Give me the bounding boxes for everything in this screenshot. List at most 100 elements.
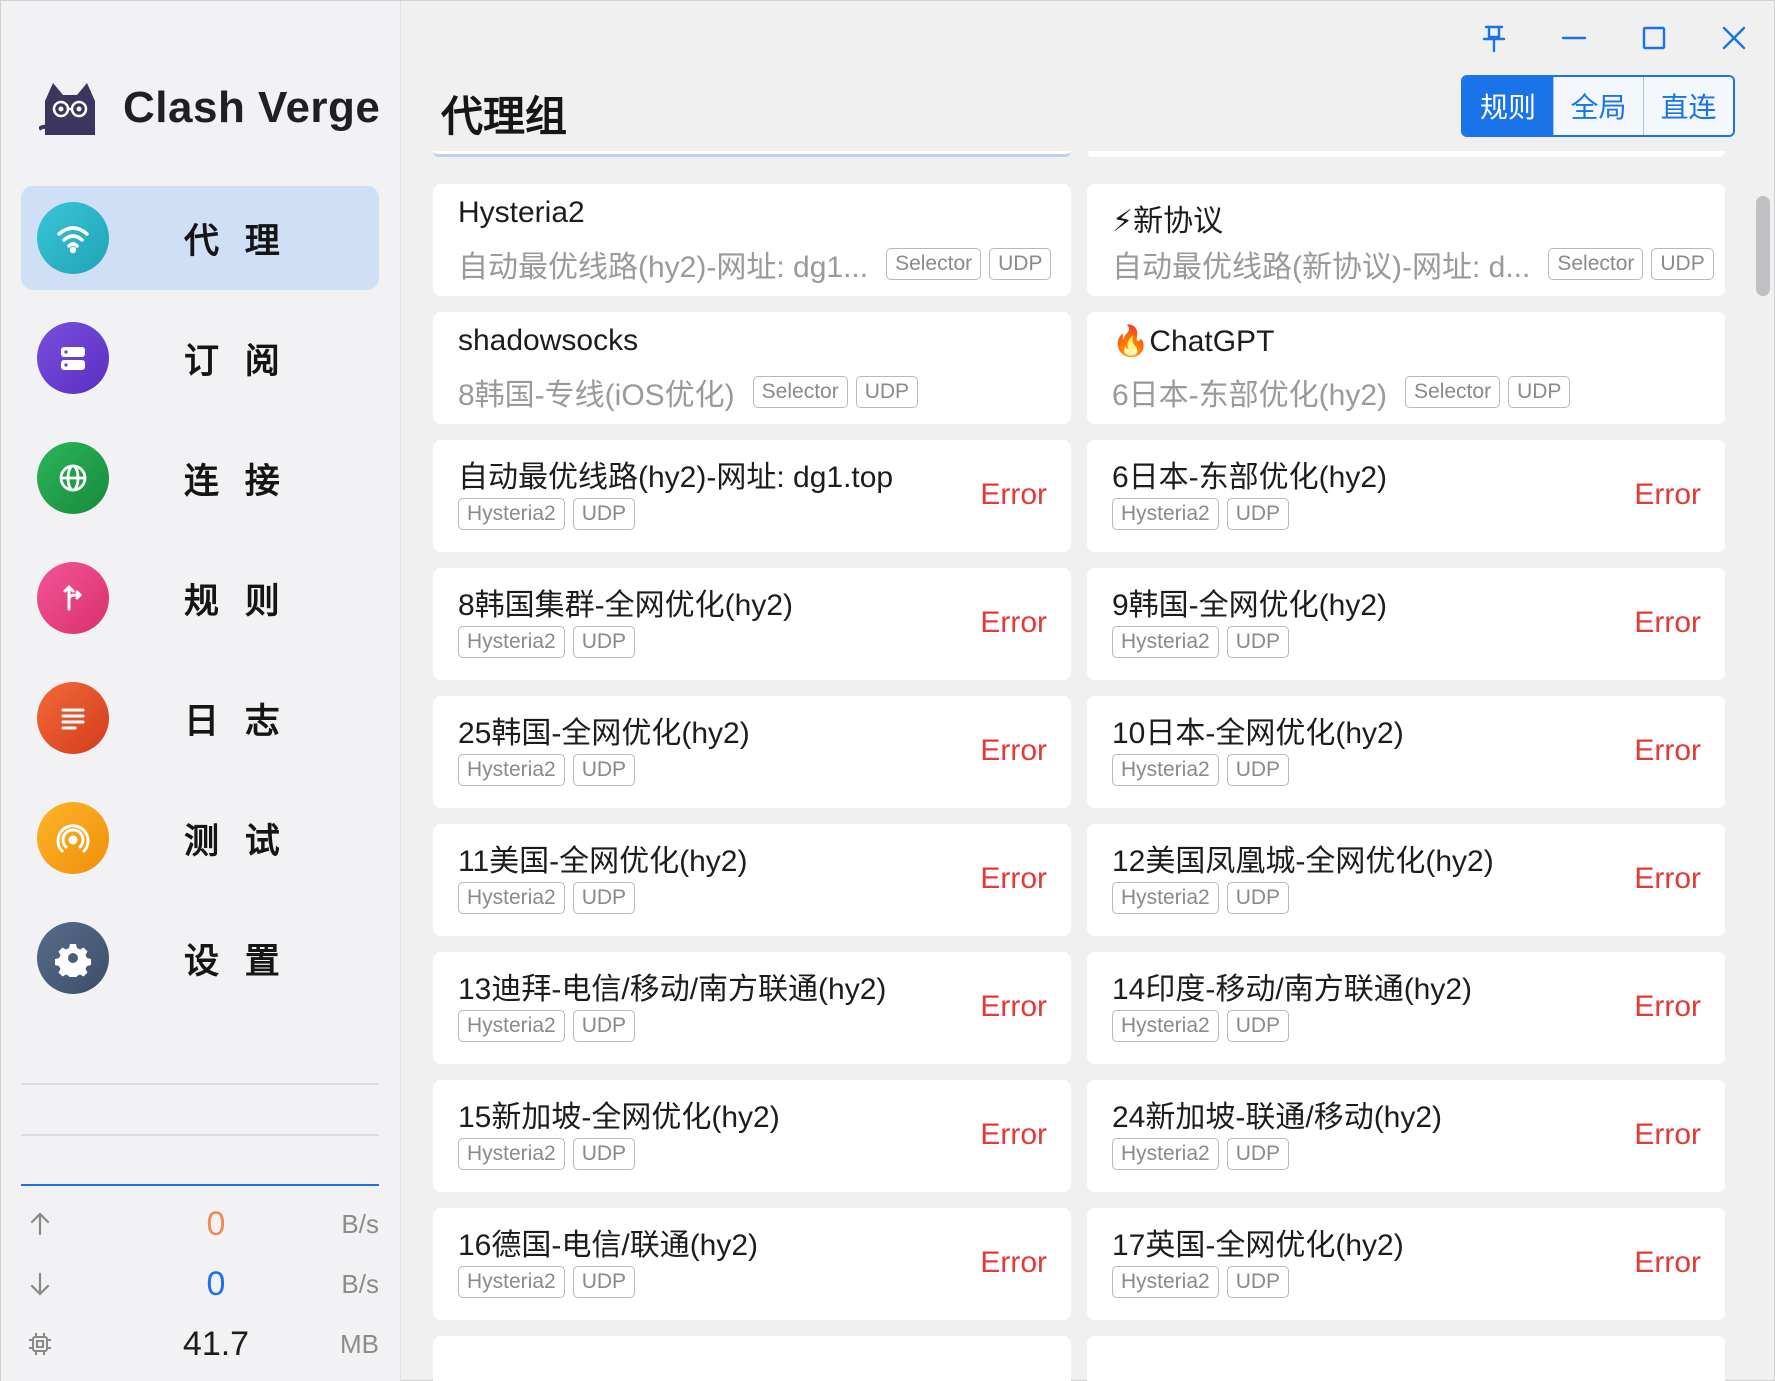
proxy-tags: Hysteria2 UDP	[458, 1010, 643, 1042]
proxy-name: 15新加坡-全网优化(hy2)	[458, 1101, 780, 1134]
mode-direct-button[interactable]: 直连	[1643, 77, 1733, 135]
proxy-node-card[interactable]: 24新加坡-联通/移动(hy2) Hysteria2 UDP Error	[1087, 1080, 1725, 1192]
delay-status[interactable]: Error	[1634, 478, 1701, 512]
proxy-node-card[interactable]: 12美国凤凰城-全网优化(hy2) Hysteria2 UDP Error	[1087, 824, 1725, 936]
close-icon	[1722, 26, 1746, 50]
proxy-node-card[interactable]: 25韩国-全网优化(hy2) Hysteria2 UDP Error	[433, 696, 1071, 808]
proxy-node-card[interactable]: 17英国-全网优化(hy2) Hysteria2 UDP Error	[1087, 1208, 1725, 1320]
sidebar-item-profiles[interactable]: 订 阅	[21, 306, 379, 410]
proxy-name: 17英国-全网优化(hy2)	[1112, 1229, 1404, 1262]
type-tag: Hysteria2	[458, 754, 565, 786]
sidebar-item-test[interactable]: 测 试	[21, 786, 379, 890]
gear-icon	[37, 922, 109, 994]
group-info: 6日本-东部优化(hy2) Selector UDP	[1112, 370, 1578, 414]
udp-tag: UDP	[855, 376, 919, 408]
proxy-node-card[interactable]: 8韩国集群-全网优化(hy2) Hysteria2 UDP Error	[433, 568, 1071, 680]
delay-status[interactable]: Error	[980, 1118, 1047, 1152]
mode-rule-button[interactable]: 规则	[1463, 77, 1553, 135]
type-tag: Hysteria2	[458, 1138, 565, 1170]
delay-status[interactable]: Error	[1634, 990, 1701, 1024]
delay-status[interactable]: Error	[980, 734, 1047, 768]
udp-tag: UDP	[572, 626, 636, 658]
group-current-node: 自动最优线路(新协议)-网址: d...	[1112, 251, 1531, 284]
udp-tag: UDP	[1651, 248, 1714, 280]
proxy-node-card[interactable]: 15新加坡-全网优化(hy2) Hysteria2 UDP Error	[433, 1080, 1071, 1192]
proxy-node-card[interactable]: 14印度-移动/南方联通(hy2) Hysteria2 UDP Error	[1087, 952, 1725, 1064]
scrollbar-thumb[interactable]	[1756, 196, 1770, 296]
udp-tag: UDP	[572, 754, 636, 786]
proxy-name: 16德国-电信/联通(hy2)	[458, 1229, 759, 1262]
sidebar-item-connections[interactable]: 连 接	[21, 426, 379, 530]
app-window: Clash Verge 代 理 订 阅 连 接 规 则 日 志 测 试 设 置 …	[0, 0, 1775, 1381]
proxy-node-card[interactable]: 16德国-电信/联通(hy2) Hysteria2 UDP Error	[433, 1208, 1071, 1320]
pin-button[interactable]	[1454, 15, 1534, 61]
close-button[interactable]	[1694, 15, 1774, 61]
proxy-node-card[interactable]	[1087, 1336, 1725, 1381]
sidebar-item-proxies[interactable]: 代 理	[21, 186, 379, 290]
proxy-group-card[interactable]: Hysteria2 自动最优线路(hy2)-网址: dg1... Selecto…	[433, 184, 1071, 296]
proxy-node-card[interactable]	[433, 1336, 1071, 1381]
type-tag: Selector	[752, 376, 848, 408]
udp-tag: UDP	[1226, 1010, 1290, 1042]
proxy-node-card[interactable]: 9韩国-全网优化(hy2) Hysteria2 UDP Error	[1087, 568, 1725, 680]
proxy-name: 6日本-东部优化(hy2)	[1112, 461, 1388, 494]
delay-status[interactable]: Error	[1634, 1246, 1701, 1280]
udp-tag: UDP	[1508, 376, 1571, 408]
sidebar-item-logs[interactable]: 日 志	[21, 666, 379, 770]
proxy-tags: Hysteria2 UDP	[1112, 1010, 1297, 1042]
delay-status[interactable]: Error	[1634, 862, 1701, 896]
proxy-group-card[interactable]: shadowsocks 8韩国-专线(iOS优化) Selector UDP	[433, 312, 1071, 424]
delay-status[interactable]: Error	[1634, 606, 1701, 640]
sidebar: Clash Verge 代 理 订 阅 连 接 规 则 日 志 测 试 设 置 …	[1, 1, 401, 1381]
subscription-icon	[37, 322, 109, 394]
type-tag: Selector	[886, 248, 982, 280]
pin-icon	[1482, 25, 1506, 53]
delay-status[interactable]: Error	[980, 990, 1047, 1024]
delay-status[interactable]: Error	[980, 1246, 1047, 1280]
memory-usage-value: 41.7	[182, 1324, 250, 1363]
sidebar-item-label: 测 试	[184, 821, 288, 861]
sidebar-item-settings[interactable]: 设 置	[21, 906, 379, 1010]
type-tag: Hysteria2	[1112, 1138, 1219, 1170]
type-tag: Hysteria2	[1112, 754, 1219, 786]
proxy-node-card[interactable]: 6日本-东部优化(hy2) Hysteria2 UDP Error	[1087, 440, 1725, 552]
proxy-tags: Hysteria2 UDP	[1112, 882, 1297, 914]
proxy-tags: Hysteria2 UDP	[458, 754, 643, 786]
proxy-tags: Hysteria2 UDP	[1112, 1138, 1297, 1170]
delay-status[interactable]: Error	[1634, 734, 1701, 768]
window-controls	[1454, 15, 1774, 61]
udp-tag: UDP	[572, 1138, 636, 1170]
proxy-node-card[interactable]: 11美国-全网优化(hy2) Hysteria2 UDP Error	[433, 824, 1071, 936]
type-tag: Hysteria2	[1112, 1010, 1219, 1042]
proxy-group-card[interactable]: 🔥ChatGPT 6日本-东部优化(hy2) Selector UDP	[1087, 312, 1725, 424]
sidebar-item-label: 连 接	[184, 461, 288, 501]
minimize-icon	[1561, 36, 1587, 40]
sidebar-item-label: 日 志	[184, 701, 288, 741]
logs-icon	[37, 682, 109, 754]
delay-status[interactable]: Error	[980, 606, 1047, 640]
udp-tag: UDP	[572, 1266, 636, 1298]
maximize-icon	[1642, 26, 1666, 50]
proxy-node-card[interactable]: 自动最优线路(hy2)-网址: dg1.top Hysteria2 UDP Er…	[433, 440, 1071, 552]
arrow-up-icon	[30, 1212, 50, 1236]
upload-speed-unit: B/s	[341, 1208, 379, 1239]
proxy-name: 10日本-全网优化(hy2)	[1112, 717, 1404, 750]
delay-status[interactable]: Error	[980, 862, 1047, 896]
mode-global-button[interactable]: 全局	[1553, 77, 1643, 135]
page-title: 代理组	[441, 93, 568, 140]
udp-tag: UDP	[572, 1010, 636, 1042]
sidebar-item-rules[interactable]: 规 则	[21, 546, 379, 650]
partial-card	[433, 151, 1071, 157]
group-name: ⚡新协议	[1112, 205, 1224, 238]
minimize-button[interactable]	[1534, 15, 1614, 61]
proxy-node-card[interactable]: 10日本-全网优化(hy2) Hysteria2 UDP Error	[1087, 696, 1725, 808]
delay-status[interactable]: Error	[980, 478, 1047, 512]
type-tag: Hysteria2	[1112, 498, 1219, 530]
type-tag: Hysteria2	[458, 1010, 565, 1042]
proxy-group-card[interactable]: ⚡新协议 自动最优线路(新协议)-网址: d... Selector UDP	[1087, 184, 1725, 296]
maximize-button[interactable]	[1614, 15, 1694, 61]
proxy-tags: Hysteria2 UDP	[1112, 626, 1297, 658]
proxy-node-card[interactable]: 13迪拜-电信/移动/南方联通(hy2) Hysteria2 UDP Error	[433, 952, 1071, 1064]
udp-tag: UDP	[572, 498, 636, 530]
delay-status[interactable]: Error	[1634, 1118, 1701, 1152]
